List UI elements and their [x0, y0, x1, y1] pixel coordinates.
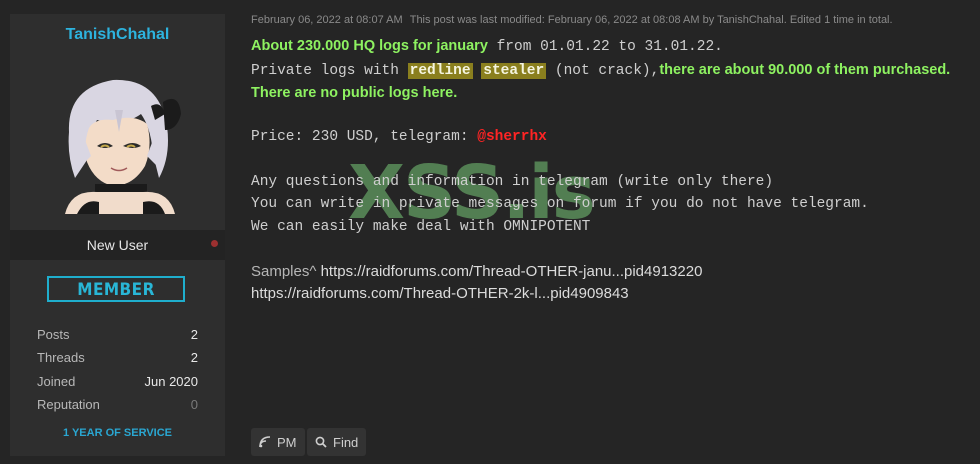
stat-value[interactable]: 0 [191, 397, 198, 420]
stat-row-joined: Joined Jun 2020 [37, 374, 198, 397]
highlight-text: there are about 90.000 of them purchased… [659, 62, 951, 78]
pm-icon [259, 436, 271, 448]
sample-link-2[interactable]: https://raidforums.com/Thread-OTHER-2k-l… [251, 283, 702, 305]
highlight-text: About 230.000 HQ logs for january [251, 38, 488, 54]
post-line-2: Private logs with redline stealer (not c… [251, 62, 950, 79]
online-status-dot [211, 240, 218, 247]
sample-link-1[interactable]: https://raidforums.com/Thread-OTHER-janu… [321, 263, 703, 280]
find-label: Find [333, 434, 359, 450]
avatar[interactable] [55, 70, 183, 214]
price-text: Price: 230 USD, telegram: [251, 129, 469, 145]
stat-label: Threads [37, 350, 85, 366]
post-text: Private logs with [251, 63, 399, 79]
member-badge-label: MEMBER [77, 280, 155, 300]
highlight-text: There are no public logs here. [251, 85, 458, 101]
samples-line-1: Samples^ https://raidforums.com/Thread-O… [251, 261, 702, 283]
find-button[interactable]: Find [307, 428, 367, 456]
stat-value[interactable]: 2 [191, 327, 198, 350]
post-meta: February 06, 2022 at 08:07 AM This post … [251, 14, 893, 26]
post-text: (not crack), [554, 63, 660, 79]
stat-label: Posts [37, 327, 70, 342]
user-rank-bar: New User [10, 230, 225, 260]
pm-button[interactable]: PM [251, 428, 305, 456]
samples-block: Samples^ https://raidforums.com/Thread-O… [251, 261, 702, 305]
member-badge: MEMBER [47, 276, 185, 302]
post-modified-note: This post was last modified: February 06… [409, 14, 893, 26]
price-line: Price: 230 USD, telegram: @sherrhx [251, 129, 547, 145]
stat-label: Reputation [37, 396, 100, 412]
stat-value: Jun 2020 [144, 373, 199, 389]
post-date[interactable]: February 06, 2022 at 08:07 AM [251, 14, 403, 26]
question-line-3: We can easily make deal with OMNIPOTENT [251, 219, 591, 235]
post-line-1: About 230.000 HQ logs for january from 0… [251, 38, 723, 55]
pm-label: PM [277, 434, 297, 450]
user-stats: Posts 2 Threads 2 Joined Jun 2020 Reputa… [37, 327, 198, 420]
service-award: 1 YEAR OF SERVICE [62, 427, 173, 439]
search-icon [315, 436, 327, 448]
username[interactable]: TanishChahal [10, 26, 225, 44]
post-line-3: There are no public logs here. [251, 85, 457, 102]
stat-row-posts: Posts 2 [37, 327, 198, 350]
user-sidebar: TanishChahal New User MEMBER Posts 2 Thr… [10, 14, 225, 456]
telegram-handle: @sherrhx [477, 129, 547, 145]
stat-row-threads: Threads 2 [37, 350, 198, 373]
tag-redline: redline [407, 63, 473, 79]
stat-row-reputation: Reputation 0 [37, 397, 198, 420]
question-line-1: Any questions and information in telegra… [251, 174, 774, 190]
user-rank: New User [86, 237, 149, 253]
stat-label: Joined [37, 373, 76, 389]
question-line-2: You can write in private messages on for… [251, 196, 869, 212]
samples-label: Samples^ [251, 263, 317, 280]
post-text: from 01.01.22 to 31.01.22. [496, 39, 723, 55]
stat-value[interactable]: 2 [191, 350, 198, 373]
tag-stealer: stealer [481, 63, 547, 79]
